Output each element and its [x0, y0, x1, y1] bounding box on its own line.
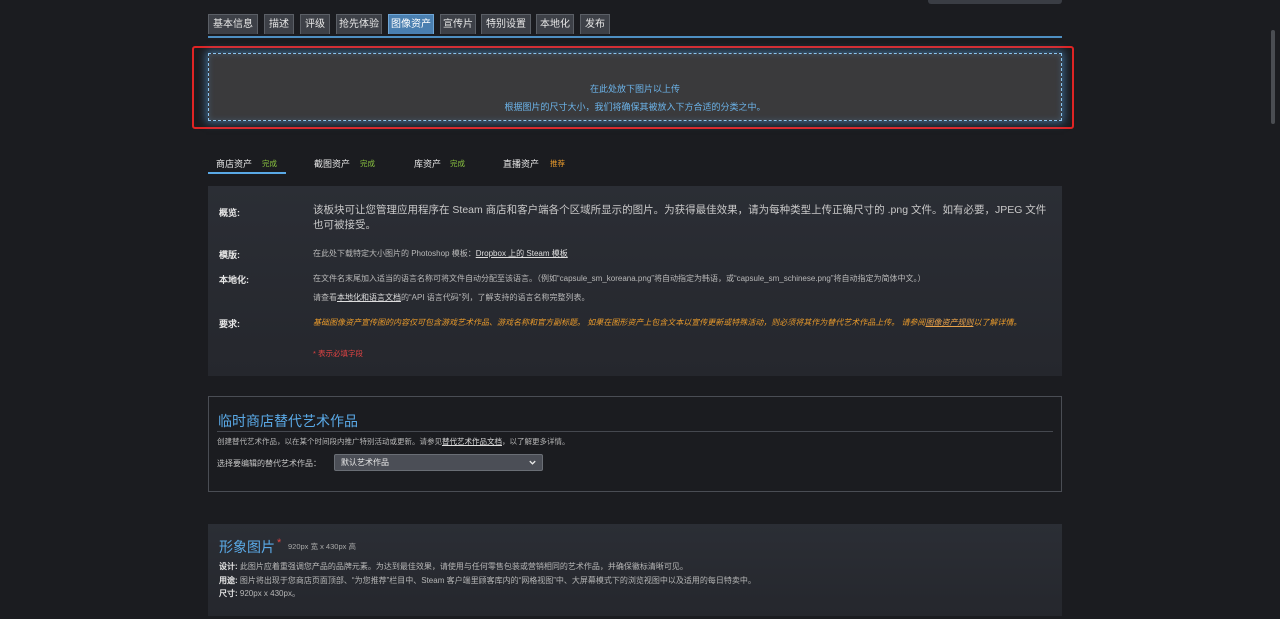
localization-doc-text: 请查看本地化和语言文档的“API 语言代码”列，了解支持的语言名称完整列表。	[313, 292, 589, 303]
dropbox-template-link[interactable]: Dropbox 上的 Steam 模板	[476, 249, 568, 258]
scrollbar[interactable]	[1269, 30, 1277, 619]
tab-rating[interactable]: 评级	[300, 14, 330, 34]
section-title: 临时商店替代艺术作品	[218, 413, 358, 429]
alternate-artwork-desc: 创建替代艺术作品，以在某个时间段内推广特别活动或更新。请参见替代艺术作品文档，以…	[217, 436, 570, 447]
chevron-down-icon	[529, 460, 536, 465]
tab-trailers[interactable]: 宣传片	[440, 14, 476, 34]
alternate-artwork-doc-link[interactable]: 替代艺术作品文档	[442, 437, 502, 446]
localization-label: 本地化:	[219, 275, 249, 285]
section-tabs: 基本信息 描述 评级 抢先体验 图像资产 宣传片 特别设置 本地化 发布	[208, 14, 1062, 38]
hero-image-size: 920px 宽 x 430px 高	[288, 542, 356, 551]
localization-doc-link[interactable]: 本地化和语言文档	[337, 293, 401, 302]
subtab-screenshot-assets[interactable]: 截图资产 完成	[306, 152, 386, 174]
tab-description[interactable]: 描述	[264, 14, 294, 34]
tab-early-access[interactable]: 抢先体验	[336, 14, 382, 34]
dimension-text: 920px x 430px。	[239, 589, 300, 598]
subtab-broadcast-assets[interactable]: 直播资产 推荐	[495, 152, 575, 174]
subtab-store-assets[interactable]: 商店资产 完成	[208, 152, 286, 174]
required-field-note: * 表示必填字段	[313, 349, 364, 358]
drop-zone-hint: 根据图片的尺寸大小，我们将确保其被放入下方合适的分类之中。	[504, 102, 766, 112]
subtab-label: 直播资产	[503, 159, 540, 169]
subtab-label: 截图资产	[314, 159, 351, 169]
alt-desc-post: ，以了解更多详情。	[502, 437, 570, 446]
alt-desc-pre: 创建替代艺术作品，以在某个时间段内推广特别活动或更新。请参见	[217, 437, 442, 446]
tab-special-settings[interactable]: 特别设置	[481, 14, 531, 34]
status-badge: 完成	[262, 159, 277, 168]
overview-label: 概览:	[219, 208, 240, 218]
section-title: 形象图片	[219, 539, 275, 555]
usage-label: 用途:	[219, 576, 238, 585]
info-panel: 概览: 该板块可让您管理应用程序在 Steam 商店和客户端各个区域所显示的图片…	[208, 186, 1062, 376]
tab-localization[interactable]: 本地化	[536, 14, 574, 34]
scrollbar-thumb[interactable]	[1271, 30, 1275, 124]
divider	[217, 431, 1053, 432]
asset-subtabs: 商店资产 完成 截图资产 完成 库资产 完成 直播资产 推荐	[208, 152, 708, 174]
overview-text: 该板块可让您管理应用程序在 Steam 商店和客户端各个区域所显示的图片。为获得…	[313, 204, 1047, 231]
localization-text: 在文件名末尾加入适当的语言名称可将文件自动分配至该语言。（例如“capsule_…	[313, 274, 926, 283]
subtab-label: 库资产	[414, 159, 442, 169]
usage-line: 用途: 图片将出现于您商店页面顶部、“为您推荐”栏目中、Steam 客户端里顾客…	[219, 575, 756, 586]
design-text: 此图片应着重强调您产品的品牌元素。为达到最佳效果，请使用与任何零售包装或营销相同…	[239, 562, 688, 571]
status-badge: 完成	[450, 159, 465, 168]
dimension-label: 尺寸:	[219, 589, 238, 598]
design-label: 设计:	[219, 562, 238, 571]
requirements-post: 以了解详情。	[973, 318, 1022, 327]
status-badge: 完成	[360, 159, 375, 168]
usage-text: 图片将出现于您商店页面顶部、“为您推荐”栏目中、Steam 客户端里顾客库内的“…	[239, 576, 756, 585]
hero-image-section: 形象图片 * 920px 宽 x 430px 高 设计: 此图片应着重强调您产品…	[208, 524, 1062, 616]
subtab-library-assets[interactable]: 库资产 完成	[406, 152, 476, 174]
template-label: 模版:	[219, 250, 240, 260]
requirements-text: 基础图像资产宣传图的内容仅可包含游戏艺术作品、游戏名称和官方副标题。 如果在图形…	[313, 317, 1048, 329]
requirements-label: 要求:	[219, 319, 240, 329]
alternate-artwork-select[interactable]: 默认艺术作品	[334, 454, 543, 471]
subtab-label: 商店资产	[216, 159, 253, 169]
requirements-text-main: 基础图像资产宣传图的内容仅可包含游戏艺术作品、游戏名称和官方副标题。 如果在图形…	[313, 318, 926, 327]
template-text-main: 在此处下载特定大小图片的 Photoshop 模板：	[313, 249, 476, 258]
select-value: 默认艺术作品	[341, 458, 389, 467]
tab-basic-info[interactable]: 基本信息	[208, 14, 258, 34]
alternate-artwork-select-label: 选择要编辑的替代艺术作品：	[217, 459, 321, 468]
tab-graphical-assets[interactable]: 图像资产	[388, 14, 434, 34]
required-mark: *	[277, 537, 282, 549]
localization-doc-post: 的“API 语言代码”列，了解支持的语言名称完整列表。	[401, 293, 590, 302]
image-drop-zone[interactable]: 在此处放下图片以上传 根据图片的尺寸大小，我们将确保其被放入下方合适的分类之中。	[208, 53, 1062, 121]
localization-doc-pre: 请查看	[313, 293, 337, 302]
dimension-line: 尺寸: 920px x 430px。	[219, 588, 300, 599]
top-bar-stub	[928, 0, 1062, 4]
design-line: 设计: 此图片应着重强调您产品的品牌元素。为达到最佳效果，请使用与任何零售包装或…	[219, 561, 688, 572]
alternate-artwork-section: 临时商店替代艺术作品 创建替代艺术作品，以在某个时间段内推广特别活动或更新。请参…	[208, 396, 1062, 492]
template-text: 在此处下载特定大小图片的 Photoshop 模板：Dropbox 上的 Ste…	[313, 248, 568, 259]
status-badge: 推荐	[550, 159, 565, 168]
image-asset-rules-link[interactable]: 图像资产规则	[925, 318, 973, 327]
drop-zone-title: 在此处放下图片以上传	[589, 84, 680, 94]
tab-release[interactable]: 发布	[580, 14, 610, 34]
